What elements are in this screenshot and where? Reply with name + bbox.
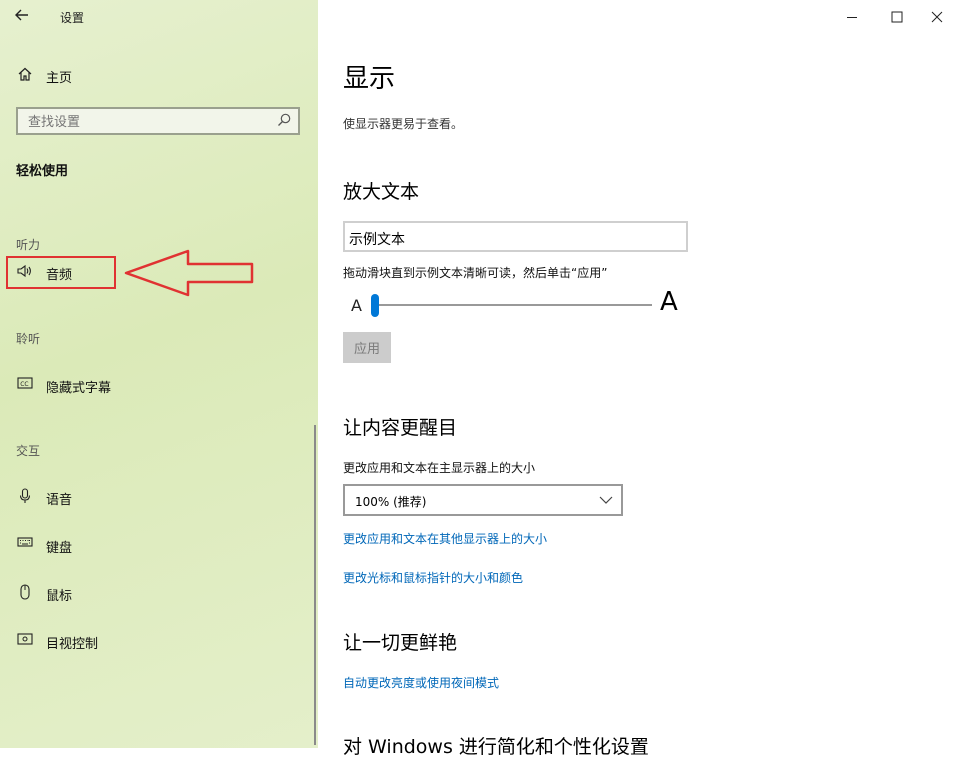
- sidebar-item-mouse[interactable]: 鼠标: [0, 577, 318, 609]
- sidebar-item-keyboard[interactable]: 键盘: [0, 529, 318, 561]
- link-other-displays[interactable]: 更改应用和文本在其他显示器上的大小: [343, 530, 547, 547]
- maximize-icon: [891, 11, 903, 23]
- section-title-interaction: 交互: [16, 444, 41, 458]
- sidebar-item-captions[interactable]: CC 隐藏式字幕: [0, 369, 318, 401]
- search-icon[interactable]: [276, 112, 292, 128]
- enlarge-text-heading: 放大文本: [343, 181, 420, 203]
- sidebar-scrollbar[interactable]: [314, 425, 316, 745]
- text-size-slider-thumb[interactable]: [371, 294, 379, 317]
- apply-button[interactable]: 应用: [343, 332, 391, 363]
- svg-text:CC: CC: [20, 381, 28, 388]
- microphone-icon: [16, 488, 34, 506]
- close-icon: [931, 11, 943, 23]
- chevron-down-icon: [599, 496, 613, 504]
- annotation-arrow-icon: [124, 249, 254, 297]
- group-title: 轻松使用: [16, 164, 69, 179]
- sidebar-item-label: 目视控制: [46, 637, 99, 652]
- sidebar-item-label: 鼠标: [46, 589, 73, 604]
- link-cursor-size[interactable]: 更改光标和鼠标指针的大小和颜色: [343, 569, 523, 586]
- app-title: 设置: [60, 11, 85, 25]
- mouse-icon: [16, 584, 34, 602]
- sidebar-item-speech[interactable]: 语音: [0, 481, 318, 513]
- text-size-slider[interactable]: [372, 304, 652, 306]
- home-icon: [16, 66, 34, 84]
- sidebar-item-label: 键盘: [46, 541, 73, 556]
- sidebar-item-eye-control[interactable]: 目视控制: [0, 625, 318, 657]
- arrow-left-icon: [15, 9, 28, 21]
- section-title-listening: 聆听: [16, 332, 41, 346]
- search-field[interactable]: [26, 112, 270, 132]
- sidebar-item-label: 主页: [46, 71, 73, 86]
- sample-text-box: 示例文本: [343, 221, 688, 252]
- make-bigger-heading: 让内容更醒目: [343, 417, 458, 439]
- sample-text: 示例文本: [349, 232, 405, 248]
- link-night-light[interactable]: 自动更改亮度或使用夜间模式: [343, 674, 499, 691]
- back-button[interactable]: [14, 7, 34, 27]
- scale-dropdown-value: 100% (推荐): [355, 495, 427, 509]
- scale-dropdown[interactable]: 100% (推荐): [343, 484, 623, 516]
- closed-captions-icon: CC: [16, 376, 34, 394]
- eye-control-icon: [16, 632, 34, 650]
- section-title-hearing: 听力: [16, 238, 41, 252]
- sidebar-item-label: 隐藏式字幕: [46, 381, 112, 396]
- keyboard-icon: [16, 536, 34, 554]
- close-button[interactable]: [914, 0, 960, 34]
- page-description: 使显示器更易于查看。: [343, 117, 464, 131]
- minimize-icon: [847, 17, 857, 18]
- sidebar-item-label: 语音: [46, 493, 73, 508]
- annotation-highlight-box: [6, 256, 116, 289]
- slider-hint: 拖动滑块直到示例文本清晰可读，然后单击“应用”: [343, 266, 608, 280]
- search-input[interactable]: [16, 107, 300, 135]
- personalize-heading: 对 Windows 进行简化和个性化设置: [343, 736, 649, 758]
- brighter-heading: 让一切更鲜艳: [343, 632, 458, 654]
- page-title: 显示: [343, 64, 396, 94]
- settings-sidebar: 设置 主页 轻松使用 听力 音频 聆听 CC 隐藏式字幕 交互: [0, 0, 318, 748]
- slider-max-label: A: [660, 287, 678, 317]
- slider-min-label: A: [351, 296, 362, 315]
- scale-label: 更改应用和文本在主显示器上的大小: [343, 461, 536, 475]
- sidebar-item-home[interactable]: 主页: [0, 59, 318, 91]
- minimize-button[interactable]: [829, 0, 875, 34]
